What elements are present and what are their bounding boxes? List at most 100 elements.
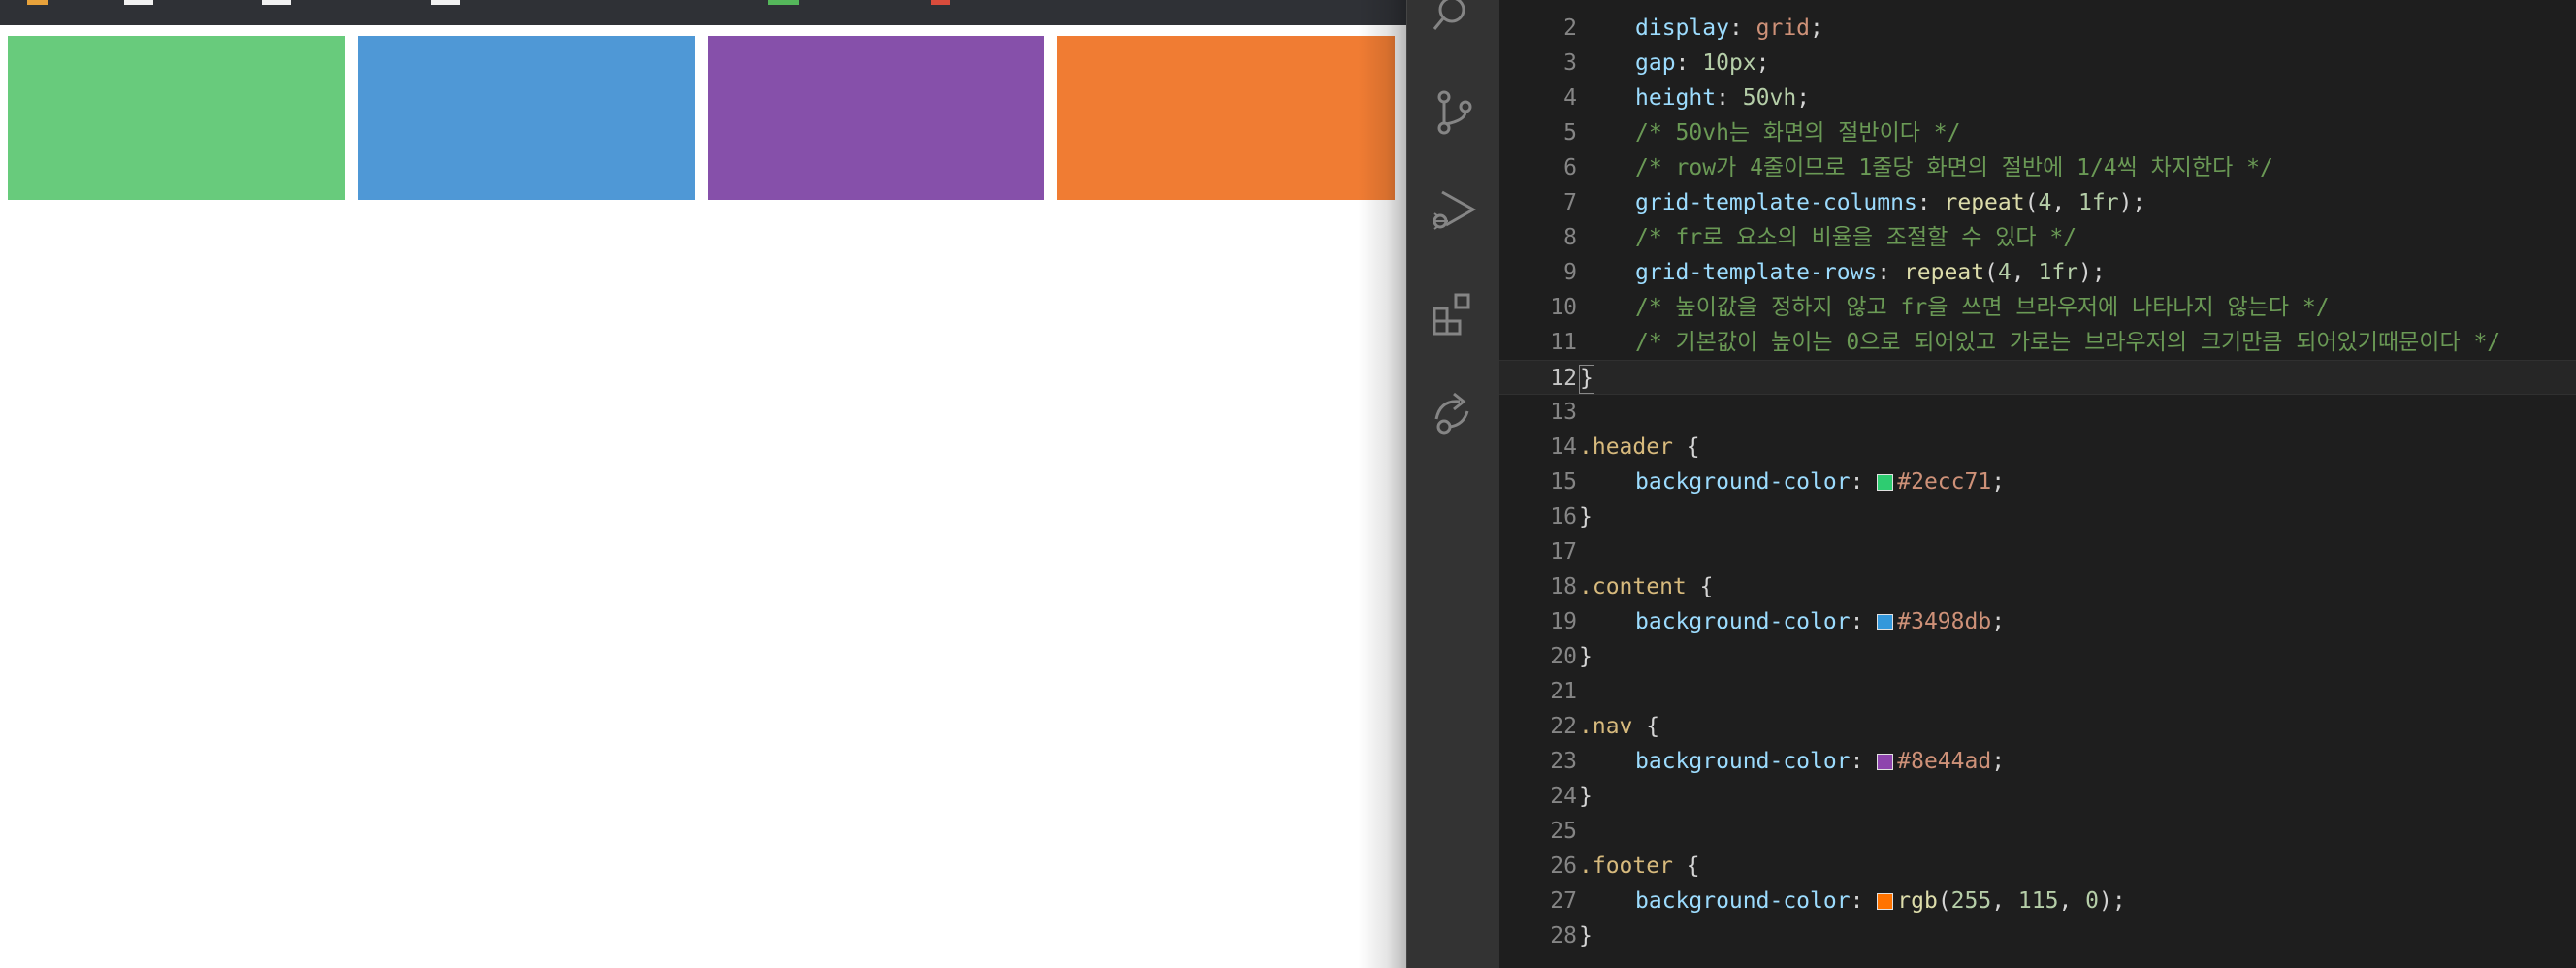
code-token: /* 50vh는 화면의 절반이다 */	[1635, 120, 1961, 145]
code-token: /* fr로 요소의 비율을 조절할 수 있다 */	[1635, 225, 2077, 250]
run-debug-icon[interactable]	[1431, 188, 1477, 235]
code-token: }	[1579, 784, 1593, 809]
line-number: 11	[1550, 330, 1577, 355]
code-area[interactable]: 2 display: grid; 3 gap: 10px; 4 height: 50vh;…	[1499, 0, 2576, 968]
code-line: 8 /* fr로 요소의 비율을 조절할 수 있다 */	[1499, 220, 2576, 255]
code-line: 18 .content {	[1499, 569, 2576, 604]
line-number: 15	[1550, 469, 1577, 495]
line-number: 4	[1563, 85, 1577, 111]
code-token: background-color	[1635, 609, 1851, 634]
code-line: 25	[1499, 814, 2576, 849]
code-text: /* 50vh는 화면의 절반이다 */	[1635, 115, 1960, 150]
code-token: 4	[2038, 190, 2052, 215]
code-text: display: grid;	[1635, 11, 1823, 46]
window-edge-shadow	[1358, 0, 1406, 968]
code-line: 13	[1499, 395, 2576, 430]
code-token: 255	[1950, 888, 1992, 914]
code-text: grid-template-columns: repeat(4, 1fr);	[1635, 185, 2145, 220]
code-line: 22 .nav {	[1499, 709, 2576, 744]
code-line: 10 /* 높이값을 정하지 않고 fr을 쓰면 브라우저에 나타나지 않는다 *…	[1499, 290, 2576, 325]
line-number: 26	[1550, 854, 1577, 879]
code-token: (	[1937, 888, 1951, 914]
bookmark-icon[interactable]	[124, 0, 153, 5]
code-token: 1fr	[2038, 260, 2079, 285]
code-line: 28}	[1499, 919, 2576, 953]
code-token: 50vh	[1742, 85, 1797, 111]
browser-viewport	[0, 0, 1406, 968]
code-token: repeat	[1903, 260, 1985, 285]
code-token: :	[1850, 469, 1878, 495]
color-swatch[interactable]	[1877, 893, 1894, 910]
line-number: 23	[1550, 749, 1577, 774]
code-token: ;	[1755, 50, 1770, 76]
code-text: background-color: #2ecc71;	[1635, 465, 2005, 500]
code-token: }	[1579, 364, 1594, 394]
code-token: }	[1579, 923, 1593, 949]
line-number: 14	[1550, 435, 1577, 460]
code-token: gap	[1635, 50, 1676, 76]
code-token: {	[1672, 854, 1700, 879]
code-token: grid-template-rows	[1635, 260, 1878, 285]
code-token: ,	[2011, 260, 2039, 285]
code-line: 9 grid-template-rows: repeat(4, 1fr);	[1499, 255, 2576, 290]
grid-item-footer	[1057, 36, 1395, 200]
extensions-icon[interactable]	[1431, 291, 1477, 338]
code-token: ;	[1991, 749, 2006, 774]
code-text: gap: 10px;	[1635, 46, 1770, 81]
bookmark-icon[interactable]	[431, 0, 460, 5]
code-token: 4	[1997, 260, 2012, 285]
line-number: 21	[1550, 679, 1577, 704]
code-token: {	[1672, 435, 1700, 460]
code-line: 17	[1499, 534, 2576, 569]
code-token: repeat	[1944, 190, 2025, 215]
line-number: 17	[1550, 539, 1577, 565]
color-swatch[interactable]	[1877, 474, 1894, 491]
code-token: ;	[1810, 16, 1823, 41]
code-token: #2ecc71	[1897, 469, 1992, 495]
bookmark-icon[interactable]	[931, 0, 950, 5]
code-token: :	[1675, 50, 1703, 76]
line-number: 18	[1550, 574, 1577, 599]
bookmark-icon[interactable]	[262, 0, 291, 5]
line-number: 16	[1550, 504, 1577, 530]
line-number: 13	[1550, 400, 1577, 425]
code-token: #8e44ad	[1897, 749, 1992, 774]
code-text: .footer {	[1579, 849, 1700, 884]
bookmark-icon[interactable]	[768, 0, 799, 5]
line-number: 3	[1563, 50, 1577, 76]
bookmark-icon[interactable]	[27, 0, 48, 5]
code-line: 5 /* 50vh는 화면의 절반이다 */	[1499, 115, 2576, 150]
line-number: 12	[1550, 366, 1577, 391]
grid-item-nav	[708, 36, 1044, 200]
source-control-icon[interactable]	[1431, 89, 1477, 136]
code-token: {	[1686, 574, 1714, 599]
code-text: .header {	[1579, 430, 1700, 465]
line-number: 22	[1550, 714, 1577, 739]
code-line: 16}	[1499, 500, 2576, 534]
code-line: 24}	[1499, 779, 2576, 814]
line-number: 6	[1563, 155, 1577, 180]
remote-icon[interactable]	[1431, 390, 1477, 436]
color-swatch[interactable]	[1877, 614, 1894, 630]
code-token: .footer	[1579, 854, 1673, 879]
code-text: }	[1579, 919, 1593, 953]
code-token: }	[1579, 644, 1593, 669]
code-line: 19 background-color: #3498db;	[1499, 604, 2576, 639]
code-token: /* 기본값이 높이는 0으로 되어있고 가로는 브라우저의 크기만큼 되어있기…	[1635, 330, 2501, 355]
code-token: background-color	[1635, 469, 1851, 495]
bookmarks-bar	[0, 0, 1406, 25]
code-text: .nav {	[1579, 709, 1659, 744]
line-number: 27	[1550, 888, 1577, 914]
activity-bar	[1406, 0, 1499, 968]
code-token: );	[2118, 190, 2146, 215]
code-token: ,	[1991, 888, 2018, 914]
code-token: :	[1716, 85, 1743, 111]
code-token: .header	[1579, 435, 1673, 460]
grid-item-header	[8, 36, 345, 200]
code-token: ,	[2058, 888, 2086, 914]
line-number: 7	[1563, 190, 1577, 215]
search-icon[interactable]	[1431, 0, 1477, 39]
color-swatch[interactable]	[1877, 754, 1894, 770]
code-text: }	[1579, 500, 1593, 534]
code-text: /* 높이값을 정하지 않고 fr을 쓰면 브라우저에 나타나지 않는다 */	[1635, 290, 2330, 325]
